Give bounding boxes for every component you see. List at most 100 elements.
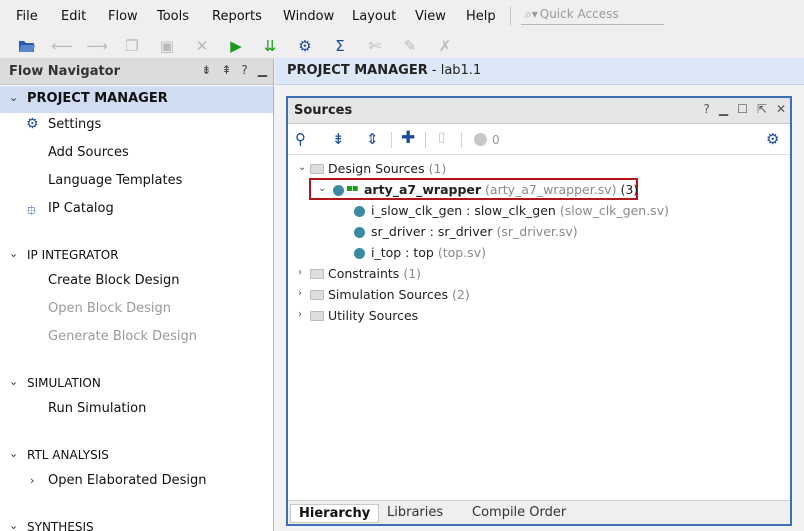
design-sources-count: (1): [428, 161, 447, 176]
search-icon[interactable]: ⚲: [295, 130, 306, 148]
project-manager-header: PROJECT MANAGER - lab1.1: [275, 58, 804, 85]
tree-label: Design Sources (1): [328, 161, 446, 176]
minimize-icon[interactable]: ▁: [719, 102, 728, 116]
close-icon[interactable]: ✕: [776, 102, 786, 116]
tree-row-top-module[interactable]: ⌄ ▪▪ arty_a7_wrapper (arty_a7_wrapper.sv…: [288, 180, 788, 201]
delete-icon[interactable]: ✕: [191, 35, 213, 57]
tab-compile-order[interactable]: Compile Order: [464, 504, 574, 523]
sources-toolbar: ⚲ ⇟ ⇕ ✚ ▯ 0 ⚙: [288, 125, 790, 155]
paste-icon[interactable]: ▣: [156, 35, 178, 57]
open-project-icon[interactable]: [16, 35, 38, 57]
nav-add-sources[interactable]: Add Sources: [48, 145, 129, 160]
program-device-icon[interactable]: ⇊: [259, 35, 281, 57]
tree-row-child[interactable]: sr_driver : sr_driver (sr_driver.sv): [288, 222, 788, 243]
pencil-icon[interactable]: ✎: [399, 35, 421, 57]
tab-libraries[interactable]: Libraries: [379, 504, 451, 523]
sigma-icon[interactable]: Σ: [329, 35, 351, 57]
tree-row-child[interactable]: i_top : top (top.sv): [288, 243, 788, 264]
properties-icon[interactable]: ▯: [438, 130, 445, 145]
section-project-manager[interactable]: ⌄ PROJECT MANAGER: [0, 86, 273, 113]
nav-run-simulation[interactable]: Run Simulation: [48, 401, 146, 416]
child-file: (slow_clk_gen.sv): [559, 203, 669, 218]
tab-hierarchy[interactable]: Hierarchy: [290, 504, 380, 523]
menu-flow[interactable]: Flow: [108, 9, 138, 24]
flow-navigator: Flow Navigator ⇟ ⇞ ? ▁ ⌄ PROJECT MANAGER…: [0, 58, 274, 531]
gear-icon: ⚙: [26, 116, 39, 132]
section-ip-integrator[interactable]: ⌄ IP INTEGRATOR: [0, 242, 273, 269]
project-manager-label: PROJECT MANAGER: [287, 63, 428, 78]
gear-icon[interactable]: ⚙: [766, 130, 779, 148]
tree-row-child[interactable]: i_slow_clk_gen : slow_clk_gen (slow_clk_…: [288, 201, 788, 222]
menu-view[interactable]: View: [415, 9, 446, 24]
add-sources-icon[interactable]: ✚: [401, 128, 415, 148]
menu-file[interactable]: File: [16, 9, 38, 24]
redo-icon[interactable]: ⟶: [86, 35, 108, 57]
child-file: (sr_driver.sv): [496, 224, 578, 239]
project-manager-title: PROJECT MANAGER - lab1.1: [287, 63, 481, 78]
module-dot-icon: [354, 248, 365, 259]
minimize-icon[interactable]: ▁: [258, 63, 267, 77]
run-icon[interactable]: ▶: [225, 35, 247, 57]
simulation-sources-count: (2): [452, 287, 470, 302]
section-synthesis[interactable]: ⌄ SYNTHESIS: [0, 514, 273, 531]
help-icon[interactable]: ?: [241, 63, 247, 77]
chevron-down-icon[interactable]: ⌄: [318, 183, 326, 194]
status-count: 0: [492, 133, 500, 147]
menu-reports[interactable]: Reports: [212, 9, 262, 24]
expand-all-icon[interactable]: ⇞: [221, 63, 231, 77]
folder-icon: [310, 311, 324, 321]
menu-layout[interactable]: Layout: [352, 9, 396, 24]
tree-label: sr_driver : sr_driver (sr_driver.sv): [371, 224, 578, 239]
menu-bar: File Edit Flow Tools Reports Window Layo…: [0, 0, 804, 33]
nav-language-templates[interactable]: Language Templates: [48, 173, 182, 188]
tree-row-constraints[interactable]: › Constraints (1): [288, 264, 788, 285]
section-rtl-analysis[interactable]: ⌄ RTL ANALYSIS: [0, 442, 273, 469]
tree-label: arty_a7_wrapper (arty_a7_wrapper.sv) (3): [364, 182, 638, 197]
module-dot-icon: [333, 185, 344, 196]
quick-access-search[interactable]: ⌕▾ Quick Access: [521, 5, 664, 25]
chevron-right-icon[interactable]: ›: [298, 309, 302, 320]
chevron-down-icon[interactable]: ⌄: [298, 162, 306, 173]
nav-ip-catalog[interactable]: IP Catalog: [48, 201, 114, 216]
collapse-all-icon[interactable]: ⇟: [201, 63, 211, 77]
nav-settings[interactable]: Settings: [48, 117, 101, 132]
tree-row-design-sources[interactable]: ⌄ Design Sources (1): [288, 159, 788, 180]
project-name: - lab1.1: [427, 63, 482, 78]
expand-all-icon[interactable]: ⇕: [366, 130, 379, 148]
clear-icon[interactable]: ✗: [434, 35, 456, 57]
chevron-right-icon[interactable]: ›: [30, 474, 34, 487]
folder-icon: [310, 269, 324, 279]
undo-icon[interactable]: ⟵: [51, 35, 73, 57]
folder-icon: [310, 164, 324, 174]
nav-open-elaborated-design[interactable]: Open Elaborated Design: [48, 473, 207, 488]
chevron-right-icon[interactable]: ›: [298, 288, 302, 299]
float-icon[interactable]: ⇱: [757, 102, 767, 116]
chevron-down-icon: ⌄: [9, 91, 19, 104]
menu-window[interactable]: Window: [283, 9, 334, 24]
quick-access-placeholder: Quick Access: [539, 7, 619, 21]
chevron-down-icon: ⌄: [9, 447, 19, 460]
menu-help[interactable]: Help: [466, 9, 496, 24]
constraints-label: Constraints: [328, 266, 400, 281]
section-label: SIMULATION: [27, 376, 101, 390]
copy-icon[interactable]: ❐: [121, 35, 143, 57]
flow-navigator-header: Flow Navigator ⇟ ⇞ ? ▁: [0, 58, 273, 85]
menu-tools[interactable]: Tools: [157, 9, 189, 24]
settings-icon[interactable]: ⚙: [294, 35, 316, 57]
top-module-count: (3): [620, 182, 639, 197]
tool-icon[interactable]: ✄: [364, 35, 386, 57]
help-icon[interactable]: ?: [704, 102, 710, 116]
restore-icon[interactable]: ☐: [737, 102, 748, 116]
nav-generate-block-design[interactable]: Generate Block Design: [48, 329, 197, 344]
section-simulation[interactable]: ⌄ SIMULATION: [0, 370, 273, 397]
chevron-right-icon[interactable]: ›: [298, 267, 302, 278]
nav-create-block-design[interactable]: Create Block Design: [48, 273, 180, 288]
module-dot-icon: [354, 206, 365, 217]
tree-row-simulation-sources[interactable]: › Simulation Sources (2): [288, 285, 788, 306]
section-label: SYNTHESIS: [27, 520, 94, 531]
tree-row-utility-sources[interactable]: › Utility Sources: [288, 306, 788, 327]
toolbar-separator: [425, 132, 426, 148]
collapse-all-icon[interactable]: ⇟: [332, 130, 345, 148]
menu-edit[interactable]: Edit: [61, 9, 86, 24]
nav-open-block-design[interactable]: Open Block Design: [48, 301, 171, 316]
